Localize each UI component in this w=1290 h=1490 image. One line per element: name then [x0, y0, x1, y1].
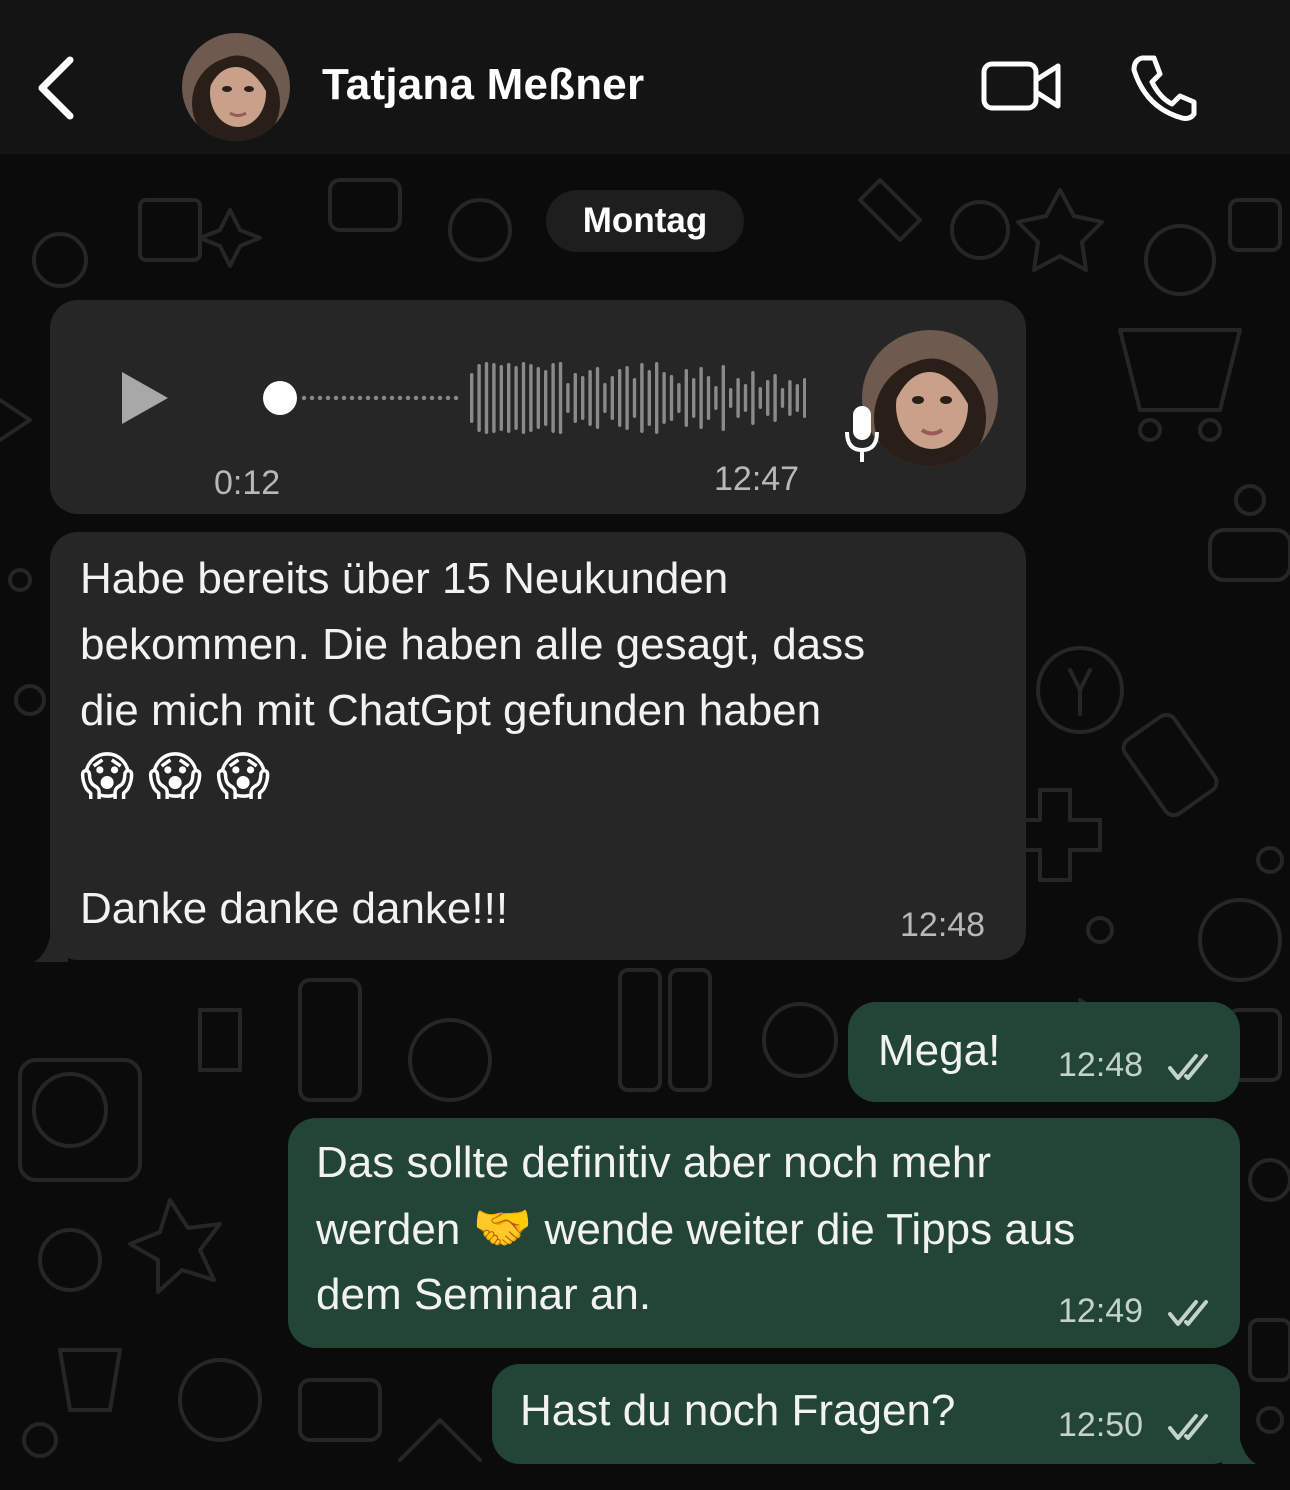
waveform-bar: [795, 384, 799, 412]
message-text: Hast du noch Fragen?: [520, 1386, 956, 1435]
scream-emoji: 😱: [148, 748, 203, 806]
day-separator: Montag: [546, 190, 744, 252]
waveform-bar: [729, 388, 733, 408]
message-timestamp: 12:50: [1058, 1406, 1144, 1444]
waveform-bar: [743, 384, 748, 412]
message-text-line: Habe bereits über 15 Neukunden: [80, 554, 729, 603]
message-bubble-outgoing: Mega! 12:48: [848, 1002, 1240, 1102]
chat-header: Tatjana Meßner: [0, 0, 1290, 154]
waveform-bar: [544, 370, 548, 426]
waveform-bar: [558, 362, 563, 434]
waveform-bar: [573, 373, 577, 423]
waveform-bar: [610, 376, 614, 420]
waveform-bar: [803, 378, 806, 418]
voice-timestamp: 12:47: [714, 460, 800, 498]
waveform-bar: [714, 386, 718, 410]
waveform-bar: [684, 369, 688, 427]
message-text-line: Danke danke danke!!!: [80, 884, 509, 933]
message-bubble-outgoing: Das sollte definitiv aber noch mehr werd…: [288, 1118, 1240, 1348]
waveform-bar: [625, 366, 629, 430]
waveform-bar: [706, 376, 711, 420]
waveform-bar: [477, 364, 481, 432]
message-bubble-outgoing: Hast du noch Fragen? 12:50: [492, 1364, 1240, 1464]
waveform-bar: [566, 383, 570, 413]
waveform-bar: [788, 380, 792, 416]
chevron-left-icon[interactable]: [30, 52, 86, 124]
message-text: Mega!: [878, 1026, 1001, 1075]
message-timestamp: 12:48: [900, 906, 986, 944]
waveform-bar: [640, 363, 644, 433]
waveform-bar: [655, 362, 659, 434]
waveform-bar: [736, 378, 740, 418]
double-check-icon: [1168, 1054, 1208, 1080]
voice-message-bubble: 0:12 12:47: [50, 300, 1026, 514]
waveform-bar: [603, 383, 607, 413]
message-text-line: Das sollte definitiv aber noch mehr: [316, 1138, 991, 1187]
message-timestamp: 12:48: [1058, 1046, 1144, 1084]
waveform-bar: [699, 367, 703, 429]
waveform-bar: [766, 380, 770, 416]
waveform-bar: [470, 373, 474, 423]
waveform-bar: [647, 370, 651, 426]
waveform-bar: [780, 388, 785, 408]
handshake-emoji: 🤝: [472, 1202, 533, 1255]
message-text-fragment: werden: [316, 1205, 461, 1254]
waveform-bar: [758, 387, 762, 409]
waveform-bar: [721, 365, 725, 431]
waveform-bar: [618, 369, 622, 427]
scream-emoji: 😱: [216, 748, 271, 806]
waveform-bar: [521, 362, 526, 434]
voice-waveform[interactable]: [206, 358, 806, 438]
waveform-bar: [595, 367, 600, 429]
contact-avatar[interactable]: [182, 33, 290, 141]
emoji-row: 😱 😱 😱: [80, 744, 284, 810]
waveform-bar: [662, 372, 666, 424]
playback-position-handle: [263, 381, 297, 415]
video-camera-icon[interactable]: [980, 56, 1064, 116]
waveform-bar: [499, 365, 503, 431]
voice-duration: 0:12: [214, 464, 281, 502]
message-text-line: werden 🤝 wende weiter die Tipps aus: [316, 1196, 1075, 1263]
microphone-icon: [845, 406, 879, 462]
waveform-bar: [529, 364, 533, 432]
waveform-bar: [484, 362, 489, 434]
double-check-icon: [1168, 1414, 1208, 1440]
waveform-bar: [588, 370, 592, 426]
waveform-bar: [581, 376, 585, 420]
scream-emoji: 😱: [80, 748, 135, 806]
bubble-tail: [34, 918, 68, 962]
message-text-fragment: wende weiter die Tipps aus: [544, 1205, 1076, 1254]
waveform-bar: [507, 363, 511, 433]
message-timestamp: 12:49: [1058, 1292, 1144, 1330]
message-text-line: die mich mit ChatGpt gefunden haben: [80, 686, 822, 735]
waveform-bar: [677, 383, 681, 413]
waveform-bar: [669, 375, 674, 421]
waveform-bar: [632, 378, 637, 418]
play-icon[interactable]: [116, 368, 172, 428]
waveform-bar: [492, 363, 496, 433]
contact-name[interactable]: Tatjana Meßner: [322, 60, 644, 110]
waveform-bar: [751, 371, 755, 425]
waveform-bar: [692, 378, 696, 418]
waveform-bar: [551, 363, 555, 433]
waveform-bar: [514, 366, 518, 430]
sender-avatar: [862, 330, 998, 466]
message-text-line: dem Seminar an.: [316, 1270, 652, 1319]
waveform-bar: [773, 374, 777, 422]
message-bubble-incoming: Habe bereits über 15 Neukunden bekommen.…: [50, 532, 1026, 960]
message-text-line: bekommen. Die haben alle gesagt, dass: [80, 620, 866, 669]
bubble-tail: [1222, 1420, 1256, 1464]
waveform-bar: [536, 367, 540, 429]
phone-icon[interactable]: [1128, 52, 1200, 122]
double-check-icon: [1168, 1300, 1208, 1326]
